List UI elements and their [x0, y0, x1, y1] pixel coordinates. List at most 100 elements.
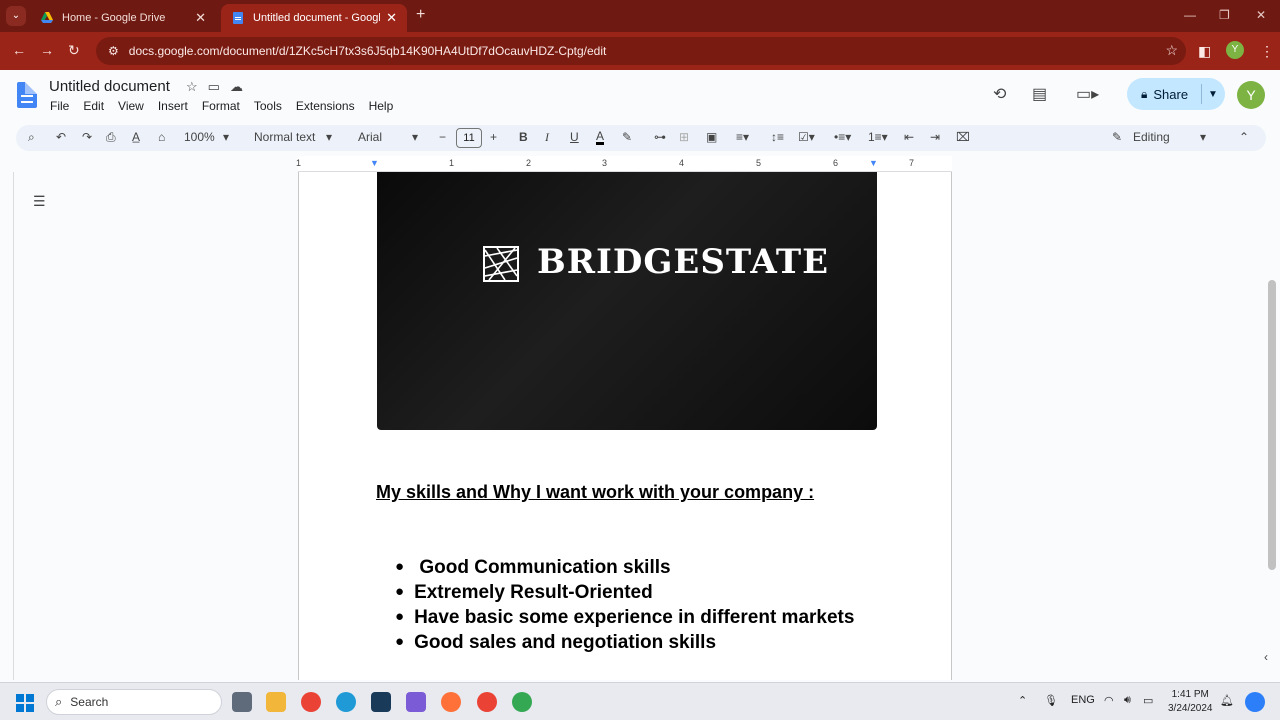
menu-view[interactable]: View — [118, 99, 144, 113]
right-indent-marker[interactable]: ▼ — [869, 158, 878, 168]
forward-icon[interactable]: → — [40, 42, 54, 58]
microphone-icon[interactable]: 🎙︎ — [1044, 694, 1058, 707]
clear-formatting-icon[interactable]: ⌧ — [956, 130, 970, 144]
bookmark-star-icon[interactable]: ☆ — [1165, 42, 1178, 59]
back-icon[interactable]: ← — [12, 42, 26, 58]
volume-icon[interactable]: 🔊︎ — [1124, 694, 1131, 707]
system-clock[interactable]: 1:41 PM 3/24/2024 — [1168, 688, 1213, 716]
print-icon[interactable]: ⎙ — [106, 130, 116, 145]
menu-help[interactable]: Help — [369, 99, 394, 113]
list-item[interactable]: Good sales and negotiation skills — [395, 632, 854, 657]
redo-icon[interactable]: ↷ — [82, 130, 92, 144]
notification-bell-icon[interactable]: 🔔︎ — [1220, 694, 1234, 707]
maximize-icon[interactable]: ❐ — [1219, 8, 1230, 22]
paint-format-icon[interactable]: ⌂ — [158, 130, 165, 144]
chrome-profile-icon[interactable] — [477, 692, 497, 712]
editing-mode-select[interactable]: Editing — [1133, 130, 1170, 144]
menu-extensions[interactable]: Extensions — [296, 99, 355, 113]
align-icon[interactable]: ≡▾ — [736, 130, 749, 144]
windows-start-icon[interactable] — [16, 694, 34, 712]
minimize-icon[interactable]: — — [1184, 8, 1196, 22]
new-tab-icon[interactable]: + — [416, 6, 425, 24]
decrease-indent-icon[interactable]: ⇤ — [904, 130, 914, 144]
line-spacing-icon[interactable]: ↕≡ — [771, 130, 784, 144]
move-folder-icon[interactable]: ▭ — [208, 79, 230, 94]
menu-file[interactable]: File — [50, 99, 69, 113]
chrome-menu-icon[interactable]: ⋮ — [1260, 43, 1274, 60]
font-size-input[interactable]: 11 — [456, 128, 482, 148]
increase-font-icon[interactable]: + — [490, 130, 497, 144]
cloud-status-icon[interactable]: ☁ — [230, 79, 253, 94]
profile-avatar[interactable]: Y — [1226, 41, 1244, 59]
version-history-icon[interactable]: ⟲ — [993, 84, 1006, 104]
close-tab-icon[interactable]: ✕ — [386, 10, 397, 26]
decrease-font-icon[interactable]: − — [439, 130, 446, 144]
close-tab-icon[interactable]: ✕ — [195, 10, 206, 26]
collapse-menu-icon[interactable]: ⌃ — [1239, 130, 1249, 144]
vertical-scrollbar[interactable] — [1268, 280, 1276, 570]
menu-insert[interactable]: Insert — [158, 99, 188, 113]
copilot-icon[interactable] — [1245, 692, 1265, 712]
app-purple-icon[interactable] — [406, 692, 426, 712]
tab-google-drive[interactable]: Home - Google Drive ✕ — [30, 4, 216, 32]
style-select[interactable]: Normal text — [254, 130, 315, 144]
list-item[interactable]: Extremely Result-Oriented — [395, 582, 854, 607]
taskbar-search[interactable]: ⌕ Search — [46, 689, 222, 715]
left-indent-marker[interactable]: ▼ — [370, 158, 379, 168]
chrome-profile-y-icon[interactable] — [512, 692, 532, 712]
window-close-icon[interactable]: ✕ — [1256, 8, 1266, 22]
wifi-icon[interactable]: ◠ — [1104, 694, 1114, 707]
zoom-select[interactable]: 100% — [184, 130, 215, 144]
share-dropdown-icon[interactable]: ▼ — [1208, 89, 1218, 100]
document-title[interactable]: Untitled document — [49, 78, 170, 95]
link-icon[interactable]: ⊶ — [654, 130, 666, 144]
ruler-track[interactable]: 1 ▼ 1 2 3 4 5 6 ▼ 7 — [296, 156, 952, 172]
tab-search-dropdown[interactable]: ⌄ — [6, 6, 26, 26]
chevron-down-icon[interactable]: ▾ — [412, 130, 418, 144]
reload-icon[interactable]: ↻ — [68, 42, 80, 59]
bridgestate-banner-image[interactable]: BRIDGESTATE ✥ — [377, 172, 877, 430]
list-item[interactable]: Have basic some experience in different … — [395, 607, 854, 632]
search-menus-icon[interactable]: ⌕ — [28, 130, 35, 145]
chevron-down-icon[interactable]: ▾ — [326, 130, 332, 144]
section-heading[interactable]: My skills and Why I want work with your … — [376, 482, 814, 503]
undo-icon[interactable]: ↶ — [56, 130, 66, 144]
numbered-list-icon[interactable]: 1≡▾ — [868, 130, 888, 144]
increase-indent-icon[interactable]: ⇥ — [930, 130, 940, 144]
text-color-icon[interactable]: A — [596, 130, 605, 145]
menu-tools[interactable]: Tools — [254, 99, 282, 113]
highlight-icon[interactable]: ✎ — [622, 130, 632, 144]
language-indicator[interactable]: ENG — [1071, 694, 1095, 706]
star-icon[interactable]: ☆ — [186, 79, 208, 94]
document-page[interactable]: BRIDGESTATE ✥ My skills and Why I want w… — [298, 172, 952, 680]
bulleted-list-icon[interactable]: •≡▾ — [834, 130, 851, 144]
bold-icon[interactable]: B — [519, 130, 528, 144]
chevron-down-icon[interactable]: ▾ — [223, 130, 229, 144]
battery-icon[interactable]: ▭ — [1143, 694, 1153, 707]
meet-icon[interactable]: ▭▸ — [1076, 84, 1099, 104]
task-view-icon[interactable] — [232, 692, 252, 712]
underline-icon[interactable]: U — [570, 130, 579, 144]
menu-format[interactable]: Format — [202, 99, 240, 113]
chrome-icon[interactable] — [301, 692, 321, 712]
menu-edit[interactable]: Edit — [83, 99, 104, 113]
url-field[interactable]: ⚙ docs.google.com/document/d/1ZKc5cH7tx3… — [96, 37, 1186, 65]
add-comment-icon[interactable]: ⊞ — [679, 130, 689, 144]
italic-icon[interactable]: I — [545, 130, 549, 145]
tab-untitled-document[interactable]: Untitled document - Google Docs ✕ — [221, 4, 407, 32]
comments-icon[interactable]: ▤ — [1032, 84, 1047, 104]
side-panel-toggle-icon[interactable]: ‹ — [1264, 650, 1268, 664]
list-item[interactable]: Good Communication skills — [395, 557, 854, 582]
spellcheck-icon[interactable]: A̲ — [132, 130, 140, 144]
edge-icon[interactable] — [336, 692, 356, 712]
side-panel-icon[interactable]: ◧ — [1198, 43, 1211, 60]
site-info-icon[interactable]: ⚙ — [108, 44, 119, 58]
account-avatar[interactable]: Y — [1237, 81, 1265, 109]
chevron-down-icon[interactable]: ▾ — [1200, 130, 1206, 144]
insert-image-icon[interactable]: ▣ — [706, 130, 717, 144]
firefox-icon[interactable] — [441, 692, 461, 712]
app-k-icon[interactable] — [371, 692, 391, 712]
tray-overflow-icon[interactable]: ⌃ — [1018, 694, 1027, 707]
checklist-icon[interactable]: ☑▾ — [798, 130, 815, 144]
share-button[interactable]: 🔒︎ Share ▼ — [1127, 78, 1225, 110]
